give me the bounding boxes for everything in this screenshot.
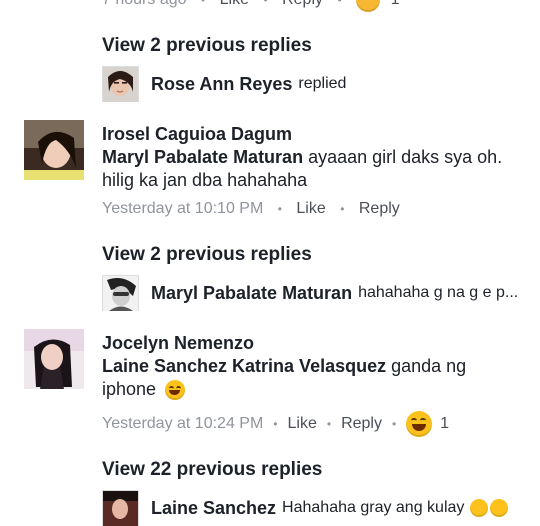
avatar-photo xyxy=(103,490,138,526)
like-link[interactable]: Like xyxy=(220,0,249,8)
separator-dot: • xyxy=(391,417,397,431)
view-previous-replies-link[interactable]: View 2 previous replies xyxy=(102,244,312,266)
comment-meta: Yesterday at 10:24 PM • Like • Reply • 1 xyxy=(102,411,449,437)
reply-author-name[interactable]: Laine Sanchez xyxy=(151,498,276,519)
separator-dot: • xyxy=(273,417,278,431)
comment-text: Laine Sanchez Katrina Velasquez ganda ng… xyxy=(102,355,522,401)
laughing-emoji-icon xyxy=(165,380,186,401)
haha-emoji-icon[interactable] xyxy=(406,411,433,437)
view-previous-replies-link[interactable]: View 22 previous replies xyxy=(102,459,322,481)
comment-author-name[interactable]: Irosel Caguioa Dagum xyxy=(102,124,292,145)
reply-summary[interactable]: Maryl Pabalate Maturan hahahaha g na g e… xyxy=(102,275,522,311)
comment-text: Maryl Pabalate Maturan ayaaan girl daks … xyxy=(102,146,522,192)
separator-dot: • xyxy=(200,0,206,8)
comment-time[interactable]: Yesterday at 10:10 PM xyxy=(102,200,263,217)
comment-meta: Yesterday at 10:10 PM • Like • Reply xyxy=(102,200,400,218)
reaction-count[interactable]: 1 xyxy=(440,415,449,433)
separator-dot: • xyxy=(340,202,345,216)
reply-summary[interactable]: Rose Ann Reyes replied xyxy=(102,66,522,102)
reply-author-name[interactable]: Rose Ann Reyes xyxy=(151,74,292,95)
separator-dot: • xyxy=(263,0,268,8)
crying-emoji-icon[interactable] xyxy=(356,0,381,12)
laughing-emoji-icon xyxy=(470,499,489,517)
avatar-photo xyxy=(24,329,84,389)
avatar-photo xyxy=(103,66,138,102)
reply-preview-text: hahahaha g na g e p... xyxy=(358,284,519,301)
reply-link[interactable]: Reply xyxy=(341,415,382,433)
avatar[interactable] xyxy=(24,329,84,389)
mention-link[interactable]: Laine Sanchez Katrina Velasquez xyxy=(102,356,386,376)
top-comment-meta: 7 hours ago • Like • Reply • 1 xyxy=(102,0,399,12)
like-link[interactable]: Like xyxy=(296,200,325,217)
reply-author-name[interactable]: Maryl Pabalate Maturan xyxy=(151,283,352,304)
reply-summary[interactable]: Laine Sanchez Hahahaha gray ang kulay xyxy=(102,490,522,526)
comment-author-name[interactable]: Jocelyn Nemenzo xyxy=(102,333,254,354)
view-previous-replies-link[interactable]: View 2 previous replies xyxy=(102,35,312,57)
mention-link[interactable]: Maryl Pabalate Maturan xyxy=(102,147,303,167)
reply-link[interactable]: Reply xyxy=(282,0,323,8)
avatar[interactable] xyxy=(102,490,139,526)
like-link[interactable]: Like xyxy=(288,415,317,433)
reaction-count[interactable]: 1 xyxy=(391,0,400,8)
avatar[interactable] xyxy=(102,66,139,102)
avatar-photo xyxy=(24,120,84,180)
avatar-photo xyxy=(103,275,138,311)
reply-preview-text: replied xyxy=(298,75,347,92)
laughing-emoji-icon xyxy=(490,499,509,517)
separator-dot: • xyxy=(326,417,332,431)
comment-time[interactable]: Yesterday at 10:24 PM xyxy=(102,415,263,433)
reply-preview-text: Hahahaha gray ang kulay xyxy=(282,499,465,516)
comment-time: 7 hours ago xyxy=(102,0,187,8)
avatar[interactable] xyxy=(24,120,84,180)
reply-link[interactable]: Reply xyxy=(359,200,400,217)
separator-dot: • xyxy=(337,0,342,8)
avatar[interactable] xyxy=(102,275,139,311)
separator-dot: • xyxy=(277,202,282,216)
